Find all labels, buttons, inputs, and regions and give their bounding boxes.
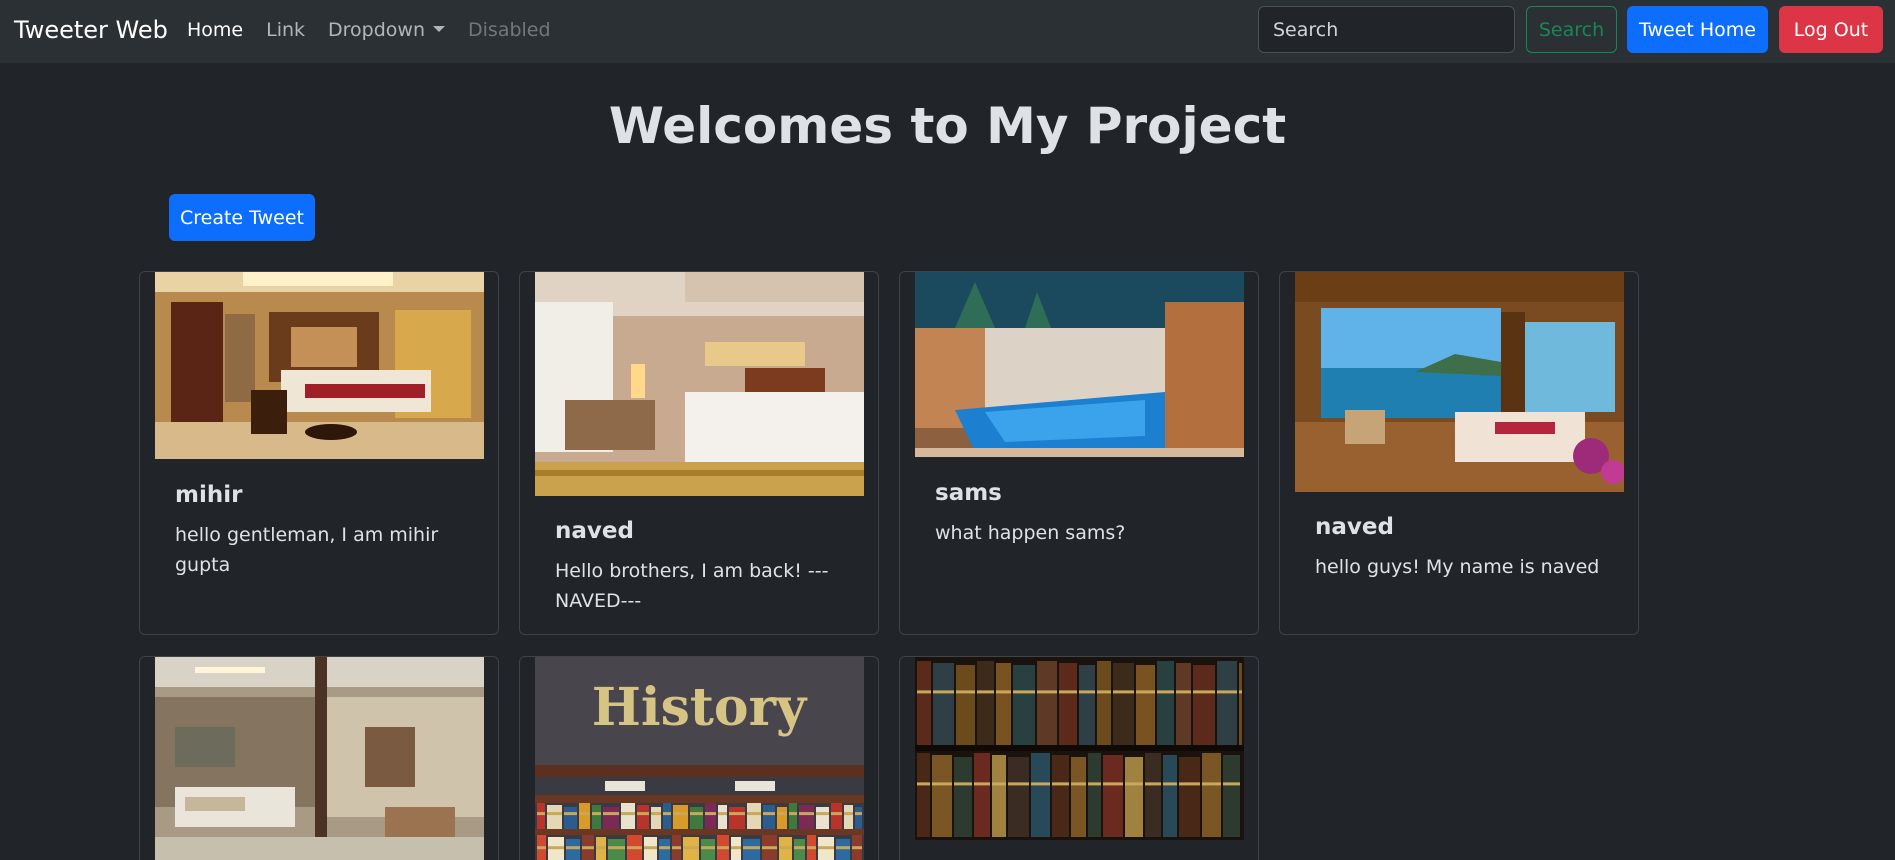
history-sign-text: History bbox=[592, 677, 808, 738]
search-button[interactable]: Search bbox=[1526, 6, 1617, 53]
tweet-home-button[interactable]: Tweet Home bbox=[1627, 6, 1768, 53]
old-books-photo bbox=[915, 657, 1244, 840]
tweet-card: History bbox=[519, 656, 879, 860]
nav-dropdown-label: Dropdown bbox=[328, 19, 426, 41]
tweet-user: sams bbox=[935, 480, 1002, 506]
page-title: Welcomes to My Project bbox=[608, 97, 1287, 155]
tweet-card: naved hello guys! My name is naved bbox=[1279, 271, 1639, 635]
tweet-user: naved bbox=[1315, 514, 1394, 540]
tweet-card bbox=[899, 656, 1259, 860]
search-input[interactable] bbox=[1258, 6, 1515, 53]
history-bookstore-photo: History bbox=[535, 657, 864, 860]
hotel-room-photo bbox=[155, 272, 484, 459]
nav-link-link[interactable]: Link bbox=[266, 18, 305, 42]
suite-room-photo bbox=[155, 657, 484, 860]
sea-view-room-photo bbox=[1295, 272, 1624, 492]
create-tweet-button[interactable]: Create Tweet bbox=[169, 194, 315, 241]
tweet-user: mihir bbox=[175, 482, 243, 508]
caret-down-icon bbox=[433, 26, 446, 32]
nav-dropdown[interactable]: Dropdown bbox=[328, 18, 446, 42]
nav-link-disabled: Disabled bbox=[468, 19, 551, 41]
navbar: Tweeter Web Home Link Dropdown Disabled … bbox=[0, 0, 1895, 63]
tweet-card: naved Hello brothers, I am back! ---NAVE… bbox=[519, 271, 879, 635]
tweet-text: Hello brothers, I am back! ---NAVED--- bbox=[555, 560, 829, 612]
nav-links: Home Link Dropdown Disabled bbox=[187, 18, 574, 42]
logout-button[interactable]: Log Out bbox=[1779, 6, 1883, 53]
tweet-text: hello guys! My name is naved bbox=[1315, 556, 1600, 578]
indoor-pool-photo bbox=[915, 272, 1244, 457]
twin-bed-room-photo bbox=[535, 272, 864, 496]
tweet-user: naved bbox=[555, 518, 634, 544]
tweet-card: sams what happen sams? bbox=[899, 271, 1259, 635]
tweet-text: hello gentleman, I am mihir gupta bbox=[175, 524, 439, 576]
navbar-brand[interactable]: Tweeter Web bbox=[14, 14, 168, 46]
nav-link-home[interactable]: Home bbox=[187, 18, 243, 42]
tweet-card bbox=[139, 656, 499, 860]
tweet-card: mihir hello gentleman, I am mihir gupta bbox=[139, 271, 499, 635]
tweet-text: what happen sams? bbox=[935, 522, 1126, 544]
